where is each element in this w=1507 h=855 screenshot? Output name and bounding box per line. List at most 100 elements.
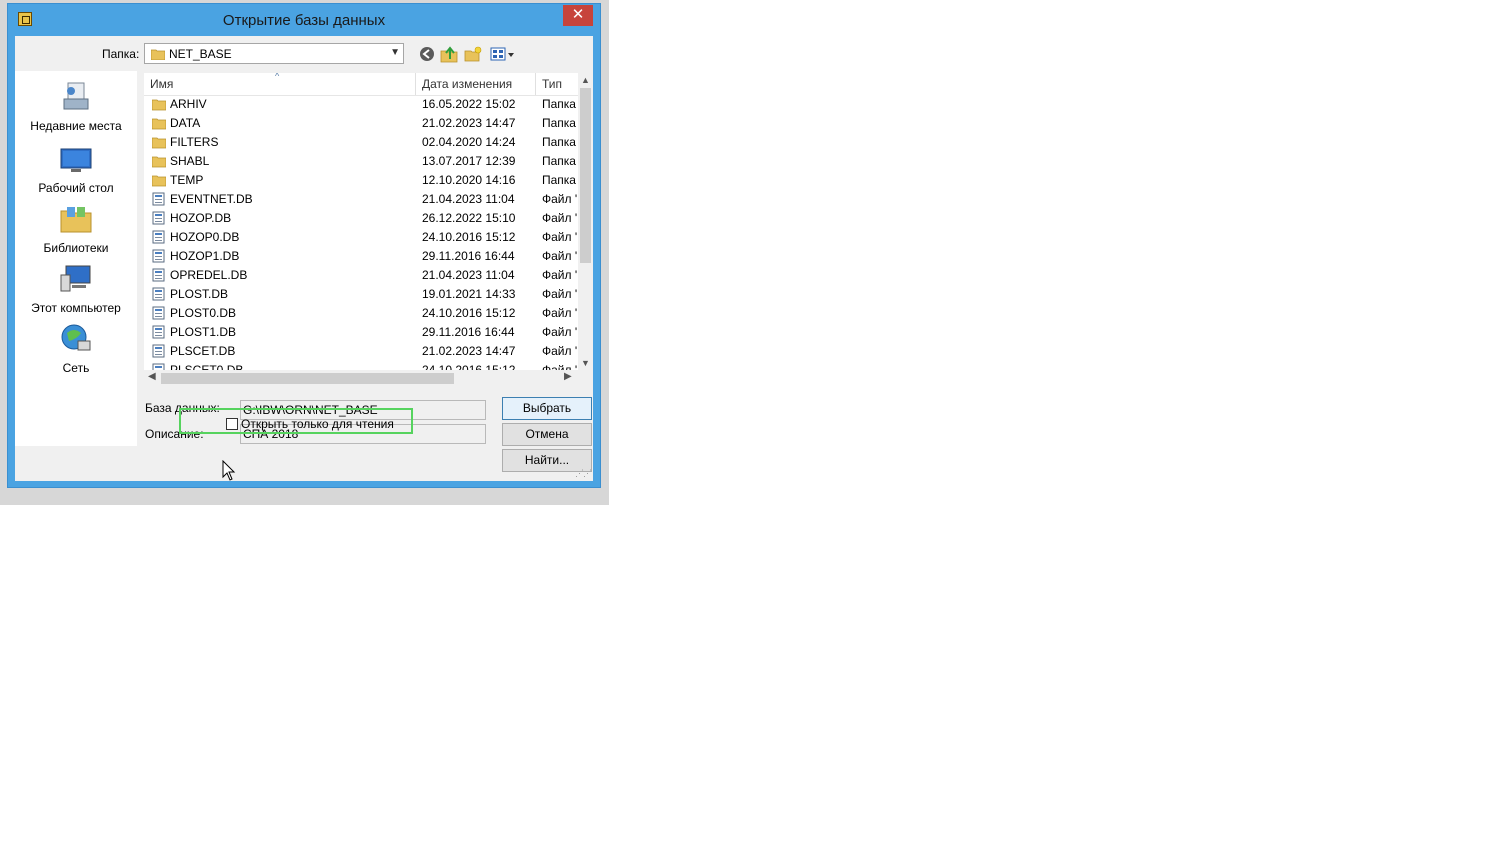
desktop-icon [60, 148, 92, 172]
file-name: PLOST.DB [170, 287, 229, 301]
readonly-checkbox[interactable] [226, 418, 238, 430]
back-arrow-icon[interactable] [418, 45, 436, 63]
column-header-type[interactable]: Тип [542, 77, 562, 91]
file-date: 24.10.2016 15:12 [422, 230, 516, 244]
place-label: Недавние места [30, 119, 122, 133]
table-row[interactable]: PLOST.DB 19.01.2021 14:33 Файл ' [144, 285, 578, 304]
file-date: 29.11.2016 16:44 [422, 249, 515, 263]
network-icon [61, 324, 91, 351]
file-date: 16.05.2022 15:02 [422, 97, 516, 111]
scroll-thumb[interactable] [161, 373, 454, 384]
scroll-thumb[interactable] [580, 88, 591, 263]
chevron-down-icon[interactable]: ▼ [390, 47, 400, 58]
file-date: 12.10.2020 14:16 [422, 173, 516, 187]
table-row[interactable]: HOZOP0.DB 24.10.2016 15:12 Файл ' [144, 228, 578, 247]
file-date: 29.11.2016 16:44 [422, 325, 515, 339]
column-header-name[interactable]: Имя [150, 77, 173, 91]
computer-icon [60, 265, 91, 292]
table-row[interactable]: HOZOP.DB 26.12.2022 15:10 Файл ' [144, 209, 578, 228]
window-title: Открытие базы данных [222, 12, 386, 29]
libraries-icon [60, 207, 92, 233]
scroll-corner [578, 370, 593, 386]
scroll-right-icon[interactable]: ▶ [564, 371, 572, 382]
table-row[interactable]: PLOST0.DB 24.10.2016 15:12 Файл ' [144, 304, 578, 323]
cancel-button[interactable]: Отмена [502, 423, 592, 446]
file-type: Файл ' [542, 287, 578, 301]
folder-icon [151, 49, 165, 60]
readonly-checkbox-label[interactable]: Открыть только для чтения [241, 417, 394, 431]
file-type: Файл ' [542, 249, 578, 263]
place-recent[interactable]: Недавние места [15, 81, 137, 133]
table-row[interactable]: TEMP 12.10.2020 14:16 Папка [144, 171, 578, 190]
database-file-icon [152, 268, 165, 282]
folder-icon [152, 175, 166, 187]
place-label: Рабочий стол [38, 181, 114, 195]
database-file-icon [152, 192, 165, 206]
column-separator[interactable] [415, 73, 416, 95]
database-file-icon [152, 249, 165, 263]
file-type: Папка [542, 135, 576, 149]
file-date: 21.04.2023 11:04 [422, 268, 515, 282]
file-name: ARHIV [170, 97, 207, 111]
new-folder-icon[interactable] [464, 45, 482, 63]
column-header-date[interactable]: Дата изменения [422, 77, 512, 91]
place-libraries[interactable]: Библиотеки [15, 203, 137, 255]
file-list[interactable]: Имя ^ Дата изменения Тип ARHIV 16.05.2022… [144, 73, 593, 386]
horizontal-scrollbar[interactable]: ◀ ▶ [144, 370, 578, 386]
place-computer[interactable]: Этот компьютер [15, 263, 137, 315]
file-name: PLOST0.DB [170, 306, 237, 320]
column-separator[interactable] [535, 73, 536, 95]
place-desktop[interactable]: Рабочий стол [15, 143, 137, 195]
folder-combo[interactable]: NET_BASE ▼ [144, 43, 404, 64]
place-network[interactable]: Сеть [15, 323, 137, 375]
scroll-down-icon[interactable]: ▼ [578, 358, 593, 368]
file-name: EVENTNET.DB [170, 192, 253, 206]
view-menu-icon[interactable] [490, 45, 516, 63]
file-date: 21.04.2023 11:04 [422, 192, 515, 206]
file-name: PLOST1.DB [170, 325, 237, 339]
close-button[interactable]: ✕ [563, 5, 593, 26]
database-file-icon [152, 211, 165, 225]
file-type: Папка [542, 97, 576, 111]
database-file-icon [152, 230, 165, 244]
file-name: HOZOP.DB [170, 211, 232, 225]
mouse-cursor-icon [222, 460, 236, 481]
file-name: DATA [170, 116, 201, 130]
place-label: Библиотеки [43, 241, 109, 255]
table-row[interactable]: ARHIV 16.05.2022 15:02 Папка [144, 95, 578, 114]
list-header: Имя ^ Дата изменения Тип [144, 73, 578, 96]
folder-icon [152, 137, 166, 149]
table-row[interactable]: EVENTNET.DB 21.04.2023 11:04 Файл ' [144, 190, 578, 209]
table-row[interactable]: DATA 21.02.2023 14:47 Папка [144, 114, 578, 133]
file-name: SHABL [170, 154, 210, 168]
table-row[interactable]: PLOST1.DB 29.11.2016 16:44 Файл ' [144, 323, 578, 342]
places-bar: Недавние места Рабочий стол Библиотеки Э… [15, 71, 137, 446]
scroll-up-icon[interactable]: ▲ [578, 75, 593, 85]
folder-icon [152, 99, 166, 111]
select-button[interactable]: Выбрать [502, 397, 592, 420]
resize-grip-icon[interactable]: ⋰⋰ [575, 468, 592, 479]
place-label: Сеть [62, 361, 90, 375]
file-type: Файл ' [542, 230, 578, 244]
table-row[interactable]: SHABL 13.07.2017 12:39 Папка [144, 152, 578, 171]
file-name: OPREDEL.DB [170, 268, 248, 282]
file-type: Файл ' [542, 306, 578, 320]
file-type: Файл ' [542, 192, 578, 206]
table-row[interactable]: HOZOP1.DB 29.11.2016 16:44 Файл ' [144, 247, 578, 266]
file-date: 02.04.2020 14:24 [422, 135, 516, 149]
file-name: HOZOP1.DB [170, 249, 240, 263]
file-name: TEMP [170, 173, 204, 187]
file-name: HOZOP0.DB [170, 230, 240, 244]
folder-label: Папка: [102, 47, 140, 61]
file-name: PLSCET.DB [170, 344, 236, 358]
up-folder-icon[interactable] [440, 45, 458, 63]
scroll-left-icon[interactable]: ◀ [148, 371, 156, 382]
table-row[interactable]: OPREDEL.DB 21.04.2023 11:04 Файл ' [144, 266, 578, 285]
database-file-icon [152, 306, 165, 320]
file-type: Папка [542, 154, 576, 168]
table-row[interactable]: FILTERS 02.04.2020 14:24 Папка [144, 133, 578, 152]
title-bar[interactable]: Открытие базы данных ✕ [8, 4, 600, 36]
vertical-scrollbar[interactable]: ▲ ▼ [578, 73, 593, 370]
table-row[interactable]: PLSCET.DB 21.02.2023 14:47 Файл ' [144, 342, 578, 361]
file-type: Файл ' [542, 211, 578, 225]
